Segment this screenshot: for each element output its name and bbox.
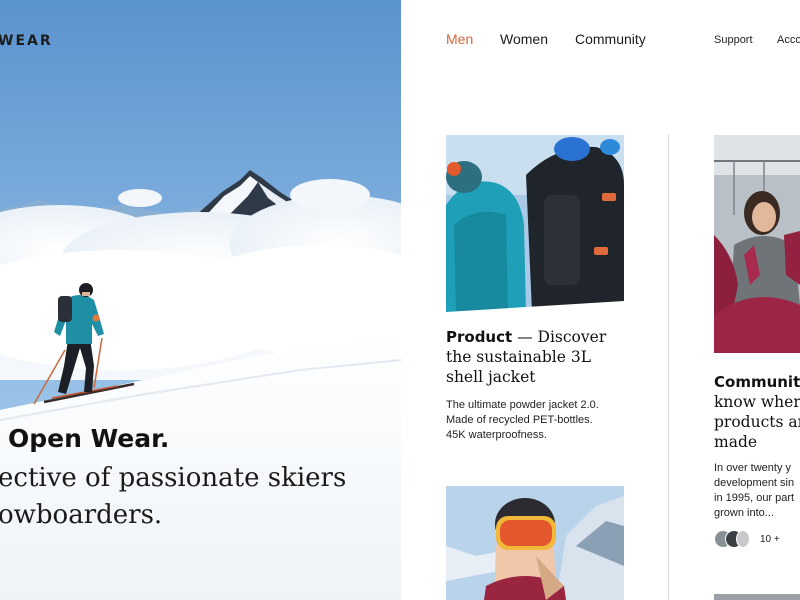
hero-title: Open Wear. bbox=[8, 424, 170, 453]
community-card-title[interactable]: Community know where products ar made bbox=[714, 372, 800, 452]
nav-link-support[interactable]: Support bbox=[714, 34, 753, 46]
nav-link-account[interactable]: Acco bbox=[777, 34, 800, 46]
product-card-image-2[interactable] bbox=[446, 486, 624, 600]
nav-link-community[interactable]: Community bbox=[575, 31, 646, 47]
product-card-description: The ultimate powder jacket 2.0. Made of … bbox=[446, 398, 646, 443]
product-card-title-line: — Discover bbox=[512, 328, 607, 346]
hero-subtitle-line: ective of passionate skiers bbox=[0, 463, 347, 493]
nav-link-women[interactable]: Women bbox=[500, 31, 548, 47]
product-photo-skier-goggles bbox=[446, 486, 624, 600]
description-line: in 1995, our part bbox=[714, 492, 795, 504]
community-card-title-line: products ar bbox=[714, 413, 800, 431]
description-line: Made of recycled PET-bottles. bbox=[446, 414, 593, 426]
participant-avatars[interactable] bbox=[714, 530, 754, 550]
hero-section: WEAR Open Wear. ective of passionate ski… bbox=[0, 0, 401, 600]
community-card-title-line: made bbox=[714, 433, 758, 451]
product-card-title-line: the sustainable 3L bbox=[446, 348, 591, 366]
community-card-image[interactable] bbox=[714, 135, 800, 353]
avatar bbox=[736, 530, 750, 548]
description-line: development sin bbox=[714, 477, 795, 489]
community-card-title-line: know where bbox=[714, 393, 800, 411]
product-card-category: Product bbox=[446, 328, 513, 346]
product-card-image[interactable] bbox=[446, 135, 624, 312]
participant-count: 10 + bbox=[760, 534, 780, 545]
community-photo-factory-worker bbox=[714, 135, 800, 353]
product-card-title[interactable]: Product — Discover the sustainable 3L sh… bbox=[446, 327, 646, 387]
community-card-category: Community bbox=[714, 373, 800, 391]
description-line: grown into... bbox=[714, 507, 774, 519]
column-divider bbox=[668, 134, 669, 600]
hero-subtitle-line: owboarders. bbox=[0, 500, 163, 530]
description-line: The ultimate powder jacket 2.0. bbox=[446, 399, 599, 411]
description-line: 45K waterproofness. bbox=[446, 429, 547, 441]
description-line: In over twenty y bbox=[714, 462, 792, 474]
nav-link-men[interactable]: Men bbox=[446, 31, 473, 47]
hero-subtitle: ective of passionate skiers owboarders. bbox=[0, 460, 401, 534]
community-card-image-2[interactable] bbox=[714, 594, 800, 600]
community-card-description: In over twenty y development sin in 1995… bbox=[714, 461, 800, 521]
product-card-title-line: shell jacket bbox=[446, 368, 536, 386]
product-photo-skiers-backpacks bbox=[446, 135, 624, 312]
brand-logo[interactable]: WEAR bbox=[0, 33, 53, 49]
